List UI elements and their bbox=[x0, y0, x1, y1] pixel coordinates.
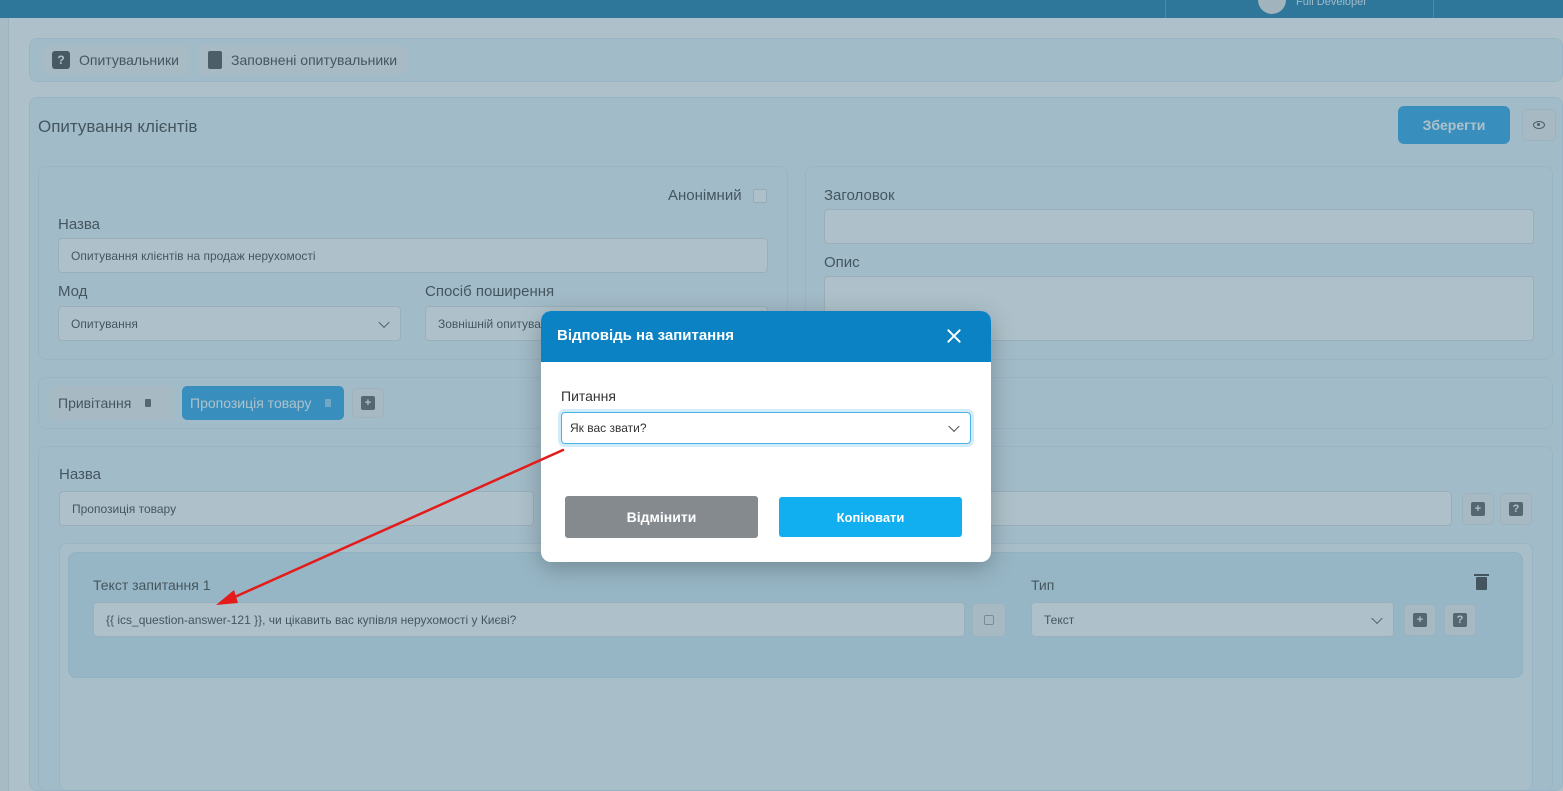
modal-title: Відповідь на запитання bbox=[557, 327, 735, 344]
copy-button[interactable]: Копіювати bbox=[779, 497, 962, 537]
chevron-down-icon bbox=[948, 420, 960, 433]
modal-question-label: Питання bbox=[561, 388, 616, 404]
modal-question-value: Як вас звати? bbox=[570, 421, 647, 435]
modal-question-select[interactable]: Як вас звати? bbox=[561, 412, 971, 444]
answer-modal: Відповідь на запитання Питання Як вас зв… bbox=[541, 311, 991, 562]
cancel-button[interactable]: Відмінити bbox=[565, 496, 758, 538]
close-icon[interactable] bbox=[945, 327, 963, 345]
